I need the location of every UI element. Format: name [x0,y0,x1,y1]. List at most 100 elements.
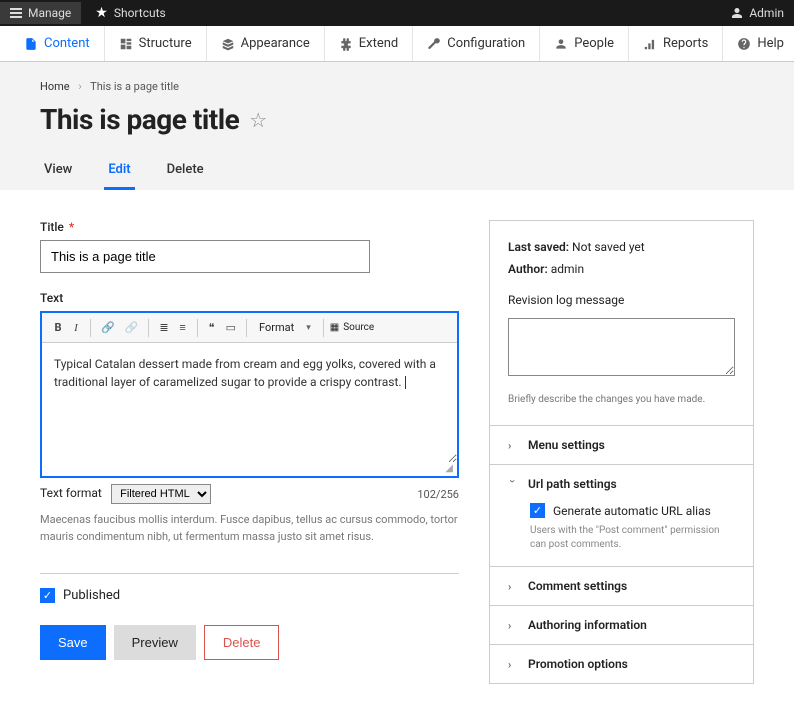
bullet-list-icon[interactable]: ≣ [155,318,172,337]
source-button[interactable]: ▦ Source [330,322,374,333]
title-input[interactable] [40,240,370,273]
breadcrumb-home[interactable]: Home [40,80,70,93]
tab-edit[interactable]: Edit [104,154,134,190]
accordion-url-label: Url path settings [528,477,617,491]
accordion-promotion: › Promotion options [490,645,753,683]
shortcuts-link[interactable]: ★ Shortcuts [95,5,165,21]
content-area: Title * Text B I 🔗 🔗 ≣ ≡ ❝ ▭ Format [0,190,794,714]
primary-tabs: View Edit Delete [40,154,754,190]
checkbox-checked-icon[interactable]: ✓ [40,588,55,603]
source-icon: ▦ [330,322,339,333]
text-cursor [405,376,406,389]
chevron-right-icon: › [508,439,518,452]
text-format-label: Text format [40,486,102,500]
checkbox-checked-icon[interactable]: ✓ [530,503,545,518]
action-buttons: Save Preview Delete [40,625,459,660]
appearance-icon [221,37,235,51]
nav-content[interactable]: Content [10,26,105,61]
required-marker: * [69,220,74,234]
quote-icon[interactable]: ❝ [204,318,220,337]
tab-delete[interactable]: Delete [163,154,208,190]
unlink-icon[interactable]: 🔗 [121,318,143,337]
rich-text-editor: B I 🔗 🔗 ≣ ≡ ❝ ▭ Format ▦ Source Typica [40,311,459,478]
nav-content-label: Content [44,36,90,51]
nav-people[interactable]: People [540,26,629,61]
bold-button[interactable]: B [50,318,66,337]
main-column: Title * Text B I 🔗 🔗 ≣ ≡ ❝ ▭ Format [40,220,459,660]
meta-block: Last saved: Not saved yet Author: admin … [490,221,753,426]
nav-configuration[interactable]: Configuration [413,26,540,61]
resize-handle-icon[interactable]: ◢ [42,463,457,476]
shortcuts-label: Shortcuts [114,6,166,20]
accordion-menu-label: Menu settings [528,438,605,452]
delete-button[interactable]: Delete [204,625,280,660]
nav-help[interactable]: Help [723,26,794,61]
user-icon [731,7,743,19]
nav-extend-label: Extend [359,36,399,51]
chevron-down-icon: › [507,479,520,489]
image-icon[interactable]: ▭ [222,318,240,337]
file-icon [24,37,38,51]
accordion-header-url[interactable]: › Url path settings [490,465,753,503]
editor-toolbar: B I 🔗 🔗 ≣ ≡ ❝ ▭ Format ▦ Source [42,313,457,343]
nav-extend[interactable]: Extend [325,26,414,61]
author-label: Author: [508,262,548,276]
url-alias-help: Users with the "Post comment" permission… [530,524,735,552]
extend-icon [339,37,353,51]
accordion-menu-settings: › Menu settings [490,426,753,465]
published-checkbox-row[interactable]: ✓ Published [40,588,459,603]
revision-log-textarea[interactable] [508,318,735,376]
hamburger-icon [10,8,22,18]
nav-help-label: Help [757,36,784,51]
star-icon: ★ [95,5,108,21]
structure-icon [119,37,133,51]
toolbar-separator [197,319,198,337]
nav-structure[interactable]: Structure [105,26,207,61]
published-label: Published [63,588,120,603]
preview-button[interactable]: Preview [114,625,196,660]
manage-label: Manage [28,6,71,20]
accordion-authoring-label: Authoring information [528,618,647,632]
help-text: Maecenas faucibus mollis interdum. Fusce… [40,512,459,545]
source-label: Source [343,322,374,333]
accordion-header-promotion[interactable]: › Promotion options [490,645,753,683]
toolbar-separator [148,319,149,337]
accordion-comment-label: Comment settings [528,579,627,593]
save-button[interactable]: Save [40,625,106,660]
last-saved-label: Last saved: [508,240,569,254]
toolbar-separator [90,319,91,337]
url-alias-checkbox-row[interactable]: ✓ Generate automatic URL alias [530,503,735,518]
revision-log-label: Revision log message [508,290,735,312]
accordion-body-url: ✓ Generate automatic URL alias Users wit… [490,503,753,566]
admin-user-link[interactable]: Admin [731,6,784,20]
chevron-right-icon: › [78,80,81,93]
accordion-header-menu[interactable]: › Menu settings [490,426,753,464]
editor-textarea[interactable]: Typical Catalan dessert made from cream … [42,343,457,463]
accordion-promotion-label: Promotion options [528,657,628,671]
top-bar: Manage ★ Shortcuts Admin [0,0,794,26]
character-count: 102/256 [417,488,459,501]
nav-appearance[interactable]: Appearance [207,26,325,61]
admin-label: Admin [749,6,784,20]
manage-button[interactable]: Manage [0,2,81,24]
accordion-header-authoring[interactable]: › Authoring information [490,606,753,644]
nav-people-label: People [574,36,614,51]
format-dropdown[interactable]: Format [253,321,317,334]
link-icon[interactable]: 🔗 [97,318,119,337]
chevron-right-icon: › [508,658,518,671]
nav-structure-label: Structure [139,36,192,51]
nav-configuration-label: Configuration [447,36,525,51]
revision-help-text: Briefly describe the changes you have ma… [508,391,735,409]
text-format-select[interactable]: Filtered HTML [111,484,211,504]
breadcrumb: Home › This is a page title [40,80,754,93]
numbered-list-icon[interactable]: ≡ [175,318,191,337]
title-label-text: Title [40,220,64,234]
nav-reports[interactable]: Reports [629,26,723,61]
chevron-right-icon: › [508,619,518,632]
divider [40,573,459,574]
italic-button[interactable]: I [68,319,84,337]
favorite-star-icon[interactable]: ☆ [249,108,267,132]
nav-reports-label: Reports [663,36,708,51]
tab-view[interactable]: View [40,154,76,190]
accordion-header-comment[interactable]: › Comment settings [490,567,753,605]
